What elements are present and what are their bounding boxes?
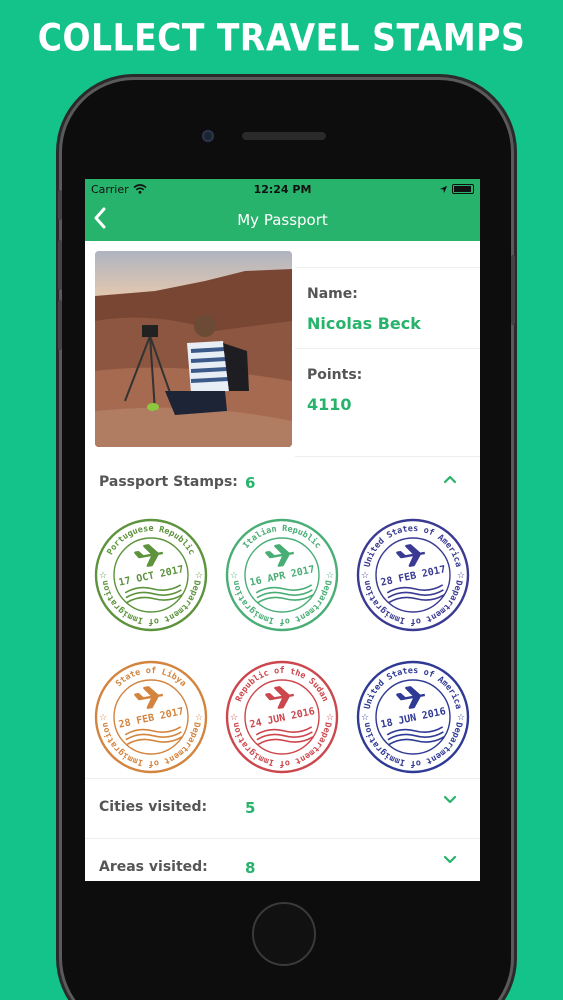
passport-stamps-label: Passport Stamps: — [99, 474, 238, 490]
name-block: Name: Nicolas Beck — [295, 267, 480, 349]
passport-stamps-count: 6 — [245, 474, 256, 492]
name-label: Name: — [307, 286, 358, 302]
airplane-icon — [396, 544, 426, 567]
star-icon: ☆ — [99, 713, 107, 723]
stamp-date: 17 OCT 2017 — [118, 564, 185, 589]
back-button[interactable] — [93, 207, 107, 235]
passport-stamps-header[interactable]: Passport Stamps: 6 — [85, 457, 480, 509]
passport-stamp[interactable]: Portuguese RepublicDepartment of Immigra… — [93, 517, 209, 633]
cities-visited-label: Cities visited: — [99, 799, 208, 815]
chevron-left-icon — [94, 207, 106, 229]
promo-headline: COLLECT TRAVEL STAMPS — [37, 15, 526, 60]
star-icon: ☆ — [326, 713, 334, 723]
points-block: Points: 4110 — [295, 349, 480, 457]
passport-stamp[interactable]: United States of AmericaDepartment of Im… — [355, 659, 471, 775]
profile-photo[interactable] — [95, 251, 292, 447]
areas-visited-value: 8 — [245, 859, 256, 877]
stamp-date: 16 APR 2017 — [249, 564, 316, 589]
stamp-date: 28 FEB 2017 — [380, 564, 447, 589]
front-camera — [202, 130, 214, 142]
airplane-icon — [265, 686, 295, 709]
chevron-up-icon[interactable] — [442, 471, 458, 487]
wifi-icon — [133, 184, 147, 194]
chevron-down-icon[interactable] — [442, 851, 458, 867]
star-icon: ☆ — [457, 713, 465, 723]
profile-photo-image — [95, 251, 292, 447]
power-button — [511, 255, 515, 325]
star-icon: ☆ — [230, 571, 238, 581]
stamp-date: 24 JUN 2016 — [249, 706, 316, 731]
volume-up-button — [58, 240, 62, 290]
cities-visited-row[interactable]: Cities visited: 5 — [85, 779, 480, 839]
airplane-icon — [134, 544, 164, 567]
name-value: Nicolas Beck — [307, 314, 421, 333]
earpiece-speaker — [242, 132, 326, 140]
star-icon: ☆ — [326, 571, 334, 581]
location-arrow-icon — [439, 185, 448, 193]
star-icon: ☆ — [230, 713, 238, 723]
cities-visited-value: 5 — [245, 799, 256, 817]
airplane-icon — [134, 686, 164, 709]
airplane-icon — [396, 686, 426, 709]
passport-stamp[interactable]: Italian RepublicDepartment of Immigratio… — [224, 517, 340, 633]
points-label: Points: — [307, 367, 363, 383]
star-icon: ☆ — [361, 571, 369, 581]
star-icon: ☆ — [361, 713, 369, 723]
star-icon: ☆ — [195, 713, 203, 723]
stamp-date: 28 FEB 2017 — [118, 706, 185, 731]
app-screen: Carrier 12:24 PM My Passport Name: Nicol… — [85, 179, 480, 881]
stamps-grid: Portuguese Republic Department of Immigra… — [85, 509, 480, 779]
points-value: 4110 — [307, 395, 352, 414]
status-time: 12:24 PM — [253, 182, 312, 196]
areas-visited-label: Areas visited: — [99, 859, 208, 875]
areas-visited-row[interactable]: Areas visited: 8 — [85, 839, 480, 881]
nav-title: My Passport — [237, 211, 328, 229]
chevron-down-icon[interactable] — [442, 791, 458, 807]
star-icon: ☆ — [457, 571, 465, 581]
volume-down-button — [58, 300, 62, 350]
airplane-icon — [265, 544, 295, 567]
passport-stamp[interactable]: State of LibyaDepartment of Immigration☆… — [93, 659, 209, 775]
star-icon: ☆ — [195, 571, 203, 581]
battery-icon — [451, 184, 474, 194]
passport-stamp[interactable]: Republic of the SudanDepartment of Immig… — [224, 659, 340, 775]
mute-switch — [58, 190, 62, 220]
navigation-bar: My Passport — [85, 199, 480, 241]
profile-card: Name: Nicolas Beck Points: 4110 — [85, 241, 480, 457]
carrier-label: Carrier — [91, 182, 129, 196]
status-bar: Carrier 12:24 PM — [85, 179, 480, 199]
passport-stamp[interactable]: United States of AmericaDepartment of Im… — [355, 517, 471, 633]
star-icon: ☆ — [99, 571, 107, 581]
home-button[interactable] — [252, 902, 316, 966]
stamp-date: 18 JUN 2016 — [380, 706, 447, 731]
